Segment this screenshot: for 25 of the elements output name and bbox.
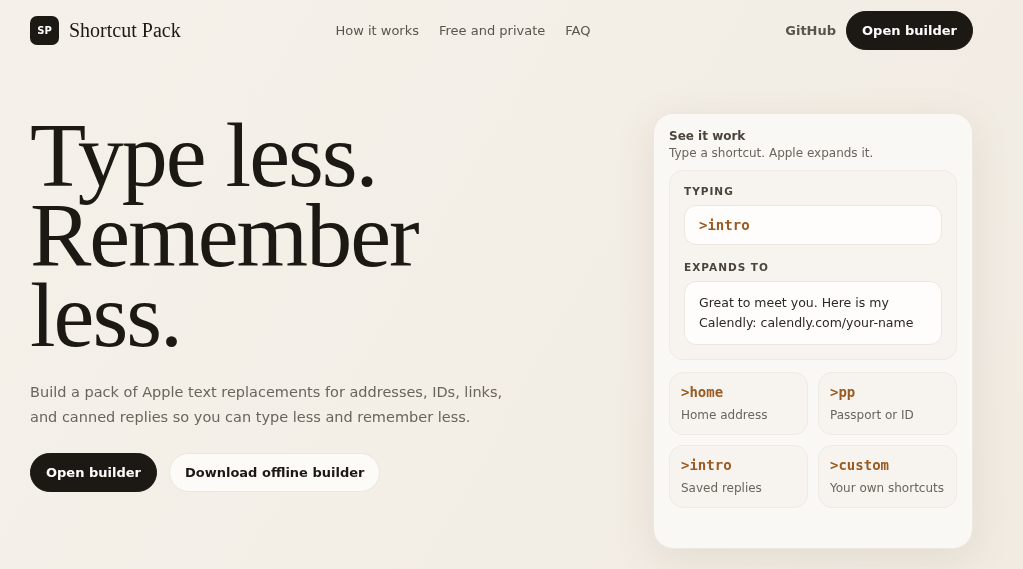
open-builder-button[interactable]: Open builder bbox=[846, 10, 973, 50]
shortcut-code: >intro bbox=[681, 457, 733, 473]
typing-field: >intro bbox=[684, 205, 942, 245]
card-subtitle: Type a shortcut. Apple expands it. bbox=[669, 146, 875, 160]
nav-link[interactable]: How it works bbox=[335, 22, 419, 38]
logo[interactable]: SP bbox=[30, 15, 59, 45]
expands-label: EXPANDS TO bbox=[684, 261, 770, 273]
card-title: See it work bbox=[669, 129, 747, 143]
shortcut-label: Your own shortcuts bbox=[830, 481, 945, 495]
expansion-text: Great to meet you. Here is my Calendly: calendly.com/your-name bbox=[684, 281, 942, 345]
description: Build a pack of Apple text replacements for addresses, IDs, links, and canned replies so you can type less and remember less. bbox=[30, 383, 504, 427]
shortcut-code: >custom bbox=[830, 457, 890, 473]
github-link[interactable]: GitHub bbox=[785, 22, 837, 38]
shortcut-label: Passport or ID bbox=[830, 408, 915, 422]
download-button[interactable]: Download offline builder bbox=[168, 453, 381, 492]
headline: Type less. Remember less. bbox=[30, 115, 420, 355]
open-builder-button[interactable]: Open builder bbox=[30, 453, 157, 492]
shortcut-code: >home bbox=[681, 384, 725, 400]
shortcut-label: Saved replies bbox=[681, 481, 763, 495]
shortcut-label: Home address bbox=[681, 408, 769, 422]
nav-link[interactable]: Free and private bbox=[439, 22, 546, 38]
typing-label: TYPING bbox=[684, 185, 735, 197]
nav-link[interactable]: FAQ bbox=[565, 22, 591, 38]
brand-name: Shortcut Pack bbox=[69, 18, 181, 42]
shortcut-code: >pp bbox=[830, 384, 857, 400]
